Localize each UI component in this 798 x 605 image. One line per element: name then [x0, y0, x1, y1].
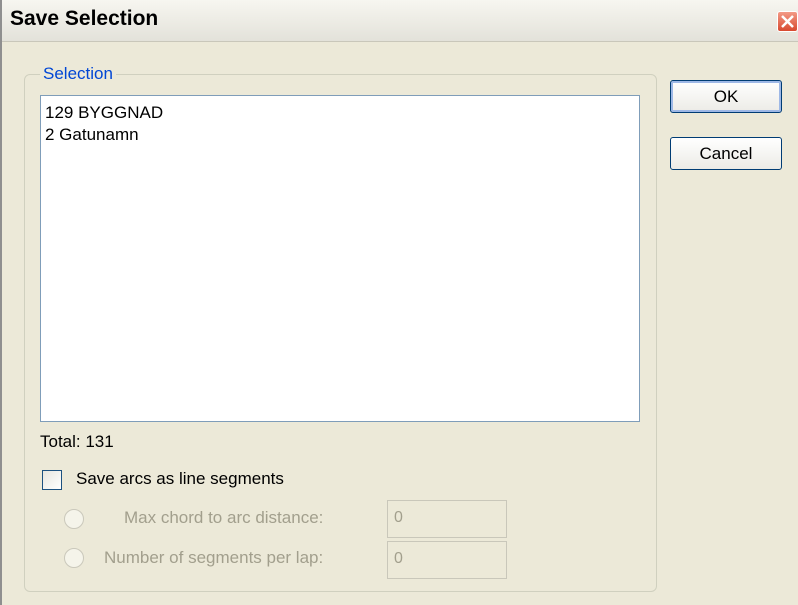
ok-button[interactable]: OK	[670, 80, 782, 113]
segments-per-lap-label: Number of segments per lap:	[104, 548, 324, 567]
cancel-button[interactable]: Cancel	[670, 137, 782, 170]
segments-per-lap-input[interactable]: 0	[387, 541, 507, 579]
save-selection-dialog: Save Selection Selection 129 BYGGNAD 2 G…	[0, 0, 798, 605]
list-item[interactable]: 2 Gatunamn	[45, 124, 635, 146]
segments-per-lap-radio[interactable]	[64, 548, 84, 568]
list-item[interactable]: 129 BYGGNAD	[45, 102, 635, 124]
max-chord-input[interactable]: 0	[387, 500, 507, 538]
selection-group-label: Selection	[40, 64, 116, 84]
close-button[interactable]	[777, 11, 798, 32]
total-count-label: Total: 131	[40, 432, 114, 451]
selection-list[interactable]: 129 BYGGNAD 2 Gatunamn	[40, 95, 640, 422]
close-icon	[781, 15, 794, 28]
save-arcs-checkbox[interactable]	[42, 470, 62, 490]
dialog-title: Save Selection	[10, 7, 159, 30]
save-arcs-label[interactable]: Save arcs as line segments	[76, 469, 284, 489]
max-chord-label: Max chord to arc distance:	[124, 508, 324, 527]
max-chord-radio[interactable]	[64, 509, 84, 529]
title-bar[interactable]: Save Selection	[2, 0, 798, 42]
